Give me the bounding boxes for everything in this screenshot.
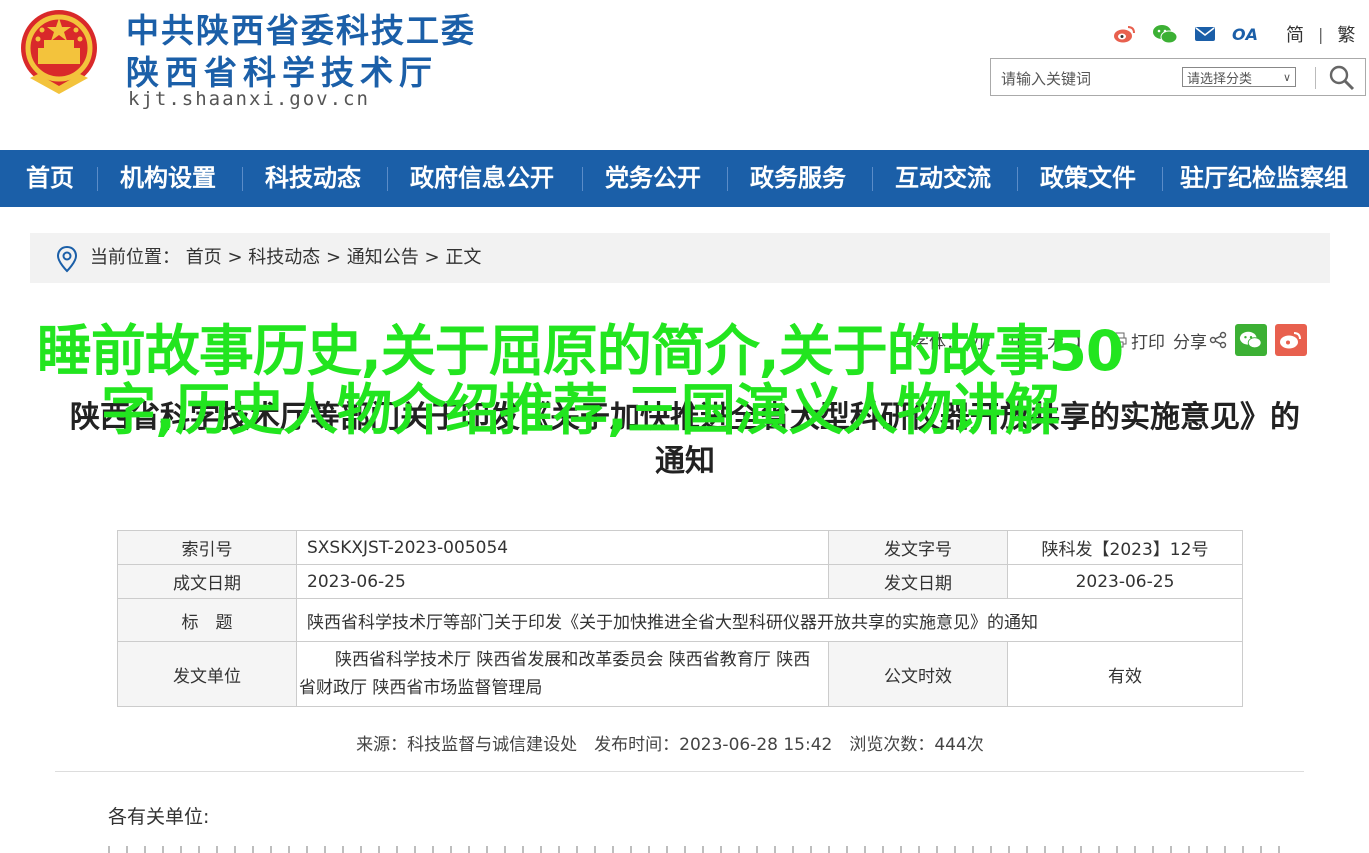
divider xyxy=(55,771,1304,772)
location-pin-icon xyxy=(56,245,78,273)
docno-value: 陕科发【2023】12号 xyxy=(1007,530,1243,565)
share-label: 分享 xyxy=(1173,332,1207,353)
share-weibo-button[interactable] xyxy=(1275,324,1307,356)
lang-separator: | xyxy=(1318,24,1324,44)
nav-discipline-inspection[interactable]: 驻厅纪检监察组 xyxy=(1180,150,1348,207)
share-bar: 分享 xyxy=(1173,324,1307,356)
issued-date-value: 2023-06-25 xyxy=(1007,564,1243,599)
breadcrumb: 当前位置： 首页 > 科技动态 > 通知公告 > 正文 xyxy=(30,233,1330,283)
nav-divider xyxy=(727,167,728,191)
lang-simplified-link[interactable]: 简 xyxy=(1286,21,1304,47)
breadcrumb-sep: > xyxy=(418,247,446,268)
table-row: 成文日期 2023-06-25 发文日期 2023-06-25 xyxy=(117,564,1243,599)
nav-home[interactable]: 首页 xyxy=(26,150,74,207)
salutation: 各有关单位: xyxy=(108,806,210,828)
weibo-icon xyxy=(1280,332,1301,349)
share-icon xyxy=(1209,331,1227,349)
org-name-line1: 中共陕西省委科技工委 xyxy=(126,11,476,50)
nav-gov-info[interactable]: 政府信息公开 xyxy=(410,150,554,207)
overlay-watermark-text: 睡前故事历史,关于屈原的简介,关于的故事50字,历史人物介绍推荐,三国演义人物讲… xyxy=(36,319,1124,442)
site-header: 中共陕西省委科技工委 陕西省科学技术厅 kjt.shaanxi.gov.cn O… xyxy=(0,0,1369,150)
issuer-value: 陕西省科学技术厅 陕西省发展和改革委员会 陕西省教育厅 陕西省财政厅 陕西省市场… xyxy=(296,641,829,707)
index-label: 索引号 xyxy=(117,530,297,565)
table-row: 发文单位 陕西省科学技术厅 陕西省发展和改革委员会 陕西省教育厅 陕西省财政厅 … xyxy=(117,641,1243,707)
title-value: 陕西省科学技术厅等部门关于印发《关于加快推进全省大型科研仪器开放共享的实施意见》… xyxy=(296,598,1243,642)
issuer-label: 发文单位 xyxy=(117,641,297,707)
source-info: 来源：科技监督与诚信建设处 发布时间：2023-06-28 15:42 浏览次数… xyxy=(356,735,984,755)
nav-divider xyxy=(242,167,243,191)
search-input[interactable] xyxy=(999,65,1163,93)
category-select-label: 请选择分类 xyxy=(1187,71,1253,87)
search-icon xyxy=(1329,65,1355,91)
nav-divider xyxy=(1017,167,1018,191)
oa-icon[interactable]: OA xyxy=(1232,22,1258,46)
written-date-label: 成文日期 xyxy=(117,564,297,599)
mail-icon[interactable] xyxy=(1192,22,1218,46)
share-wechat-button[interactable] xyxy=(1235,324,1267,356)
search-box: 请选择分类 ∨ xyxy=(990,58,1366,96)
nav-divider xyxy=(387,167,388,191)
table-row: 标 题 陕西省科学技术厅等部门关于印发《关于加快推进全省大型科研仪器开放共享的实… xyxy=(117,598,1243,642)
wechat-icon xyxy=(1239,331,1262,349)
chevron-down-icon: ∨ xyxy=(1282,70,1291,84)
table-row: 索引号 SXSKXJST-2023-005054 发文字号 陕科发【2023】1… xyxy=(117,530,1243,565)
breadcrumb-prefix: 当前位置： xyxy=(90,247,180,268)
written-date-value: 2023-06-25 xyxy=(296,564,829,599)
breadcrumb-current: 正文 xyxy=(445,247,482,268)
nav-gov-services[interactable]: 政务服务 xyxy=(750,150,846,207)
index-value: SXSKXJST-2023-005054 xyxy=(296,530,829,565)
issued-date-label: 发文日期 xyxy=(828,564,1008,599)
search-button[interactable] xyxy=(1328,64,1356,92)
breadcrumb-sep: > xyxy=(320,247,347,268)
lang-traditional-link[interactable]: 繁 xyxy=(1337,21,1355,47)
cut-off-text-line xyxy=(108,846,1288,853)
weibo-icon[interactable] xyxy=(1112,22,1138,46)
breadcrumb-notices[interactable]: 通知公告 xyxy=(347,247,419,268)
title-label: 标 题 xyxy=(117,598,297,642)
search-divider xyxy=(1315,67,1316,89)
category-select[interactable]: 请选择分类 ∨ xyxy=(1182,67,1296,87)
wechat-icon[interactable] xyxy=(1152,22,1178,46)
national-emblem-logo[interactable] xyxy=(18,8,100,98)
validity-label: 公文时效 xyxy=(828,641,1008,707)
top-utility-bar: OA 简 | 繁 xyxy=(1112,20,1355,48)
nav-tech-news[interactable]: 科技动态 xyxy=(265,150,361,207)
nav-divider xyxy=(97,167,98,191)
validity-value: 有效 xyxy=(1007,641,1243,707)
nav-organization[interactable]: 机构设置 xyxy=(120,150,216,207)
breadcrumb-sep: > xyxy=(221,247,249,268)
nav-divider xyxy=(872,167,873,191)
docno-label: 发文字号 xyxy=(828,530,1008,565)
nav-policy-docs[interactable]: 政策文件 xyxy=(1040,150,1136,207)
nav-divider xyxy=(582,167,583,191)
org-name-line2: 陕西省科学技术厅 xyxy=(126,53,438,92)
breadcrumb-home[interactable]: 首页 xyxy=(186,247,222,268)
breadcrumb-trail: 当前位置： 首页 > 科技动态 > 通知公告 > 正文 xyxy=(90,233,481,283)
nav-party-affairs[interactable]: 党务公开 xyxy=(605,150,701,207)
nav-interaction[interactable]: 互动交流 xyxy=(895,150,991,207)
breadcrumb-tech-news[interactable]: 科技动态 xyxy=(248,247,320,268)
site-domain: kjt.shaanxi.gov.cn xyxy=(128,88,370,110)
document-meta-table: 索引号 SXSKXJST-2023-005054 发文字号 陕科发【2023】1… xyxy=(117,530,1243,707)
main-nav: 首页 机构设置 科技动态 政府信息公开 党务公开 政务服务 互动交流 政策文件 … xyxy=(0,150,1369,207)
nav-divider xyxy=(1162,167,1163,191)
